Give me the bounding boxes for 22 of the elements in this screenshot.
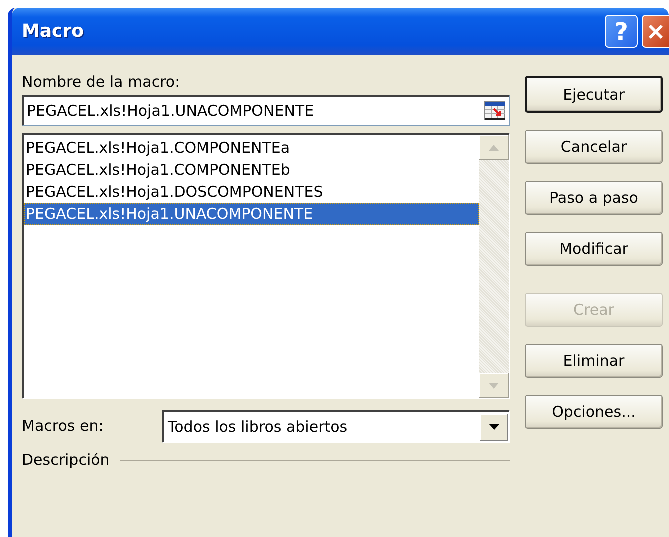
dialog-button[interactable]: Paso a paso [525, 181, 663, 215]
help-button[interactable]: ? [605, 15, 638, 48]
dropdown-arrow-icon[interactable] [488, 424, 500, 430]
field-label: Macros en: [22, 417, 105, 436]
dialog-button[interactable]: Cancelar [525, 130, 663, 164]
macro-list-item[interactable]: PEGACEL.xls!Hoja1.UNACOMPONENTE [24, 203, 479, 225]
macros-in-dropdown[interactable]: Todos los libros abiertos [162, 410, 510, 443]
close-icon [647, 22, 665, 40]
field-label: Nombre de la macro: [22, 73, 182, 92]
macro-list-item[interactable]: PEGACEL.xls!Hoja1.COMPONENTEa [24, 137, 479, 159]
dialog-button[interactable]: Opciones... [525, 395, 663, 429]
macro-list[interactable]: PEGACEL.xls!Hoja1.COMPONENTEa PEGACEL.xls!Hoja1.COMPONENTEb PEGACEL.xls!Hoja1.DOSCOMPONENTES PEGACEL.xls!Hoja1.UNACOMPONENTE [22, 133, 510, 399]
macro-name-field[interactable]: PEGACEL.xls!Hoja1.UNACOMPONENTE [22, 95, 510, 126]
dialog-button[interactable]: Eliminar [525, 344, 663, 378]
close-button[interactable] [642, 15, 669, 48]
dialog-button[interactable]: Ejecutar [525, 76, 663, 113]
collapse-dialog-icon[interactable] [484, 101, 506, 121]
macro-list-item[interactable]: PEGACEL.xls!Hoja1.DOSCOMPONENTES [24, 181, 479, 203]
macro-list-item[interactable]: PEGACEL.xls!Hoja1.COMPONENTEb [24, 159, 479, 181]
window-title: Macro [22, 21, 85, 42]
section-label: Descripción [22, 451, 110, 469]
dialog-button[interactable]: Modificar [525, 232, 663, 266]
